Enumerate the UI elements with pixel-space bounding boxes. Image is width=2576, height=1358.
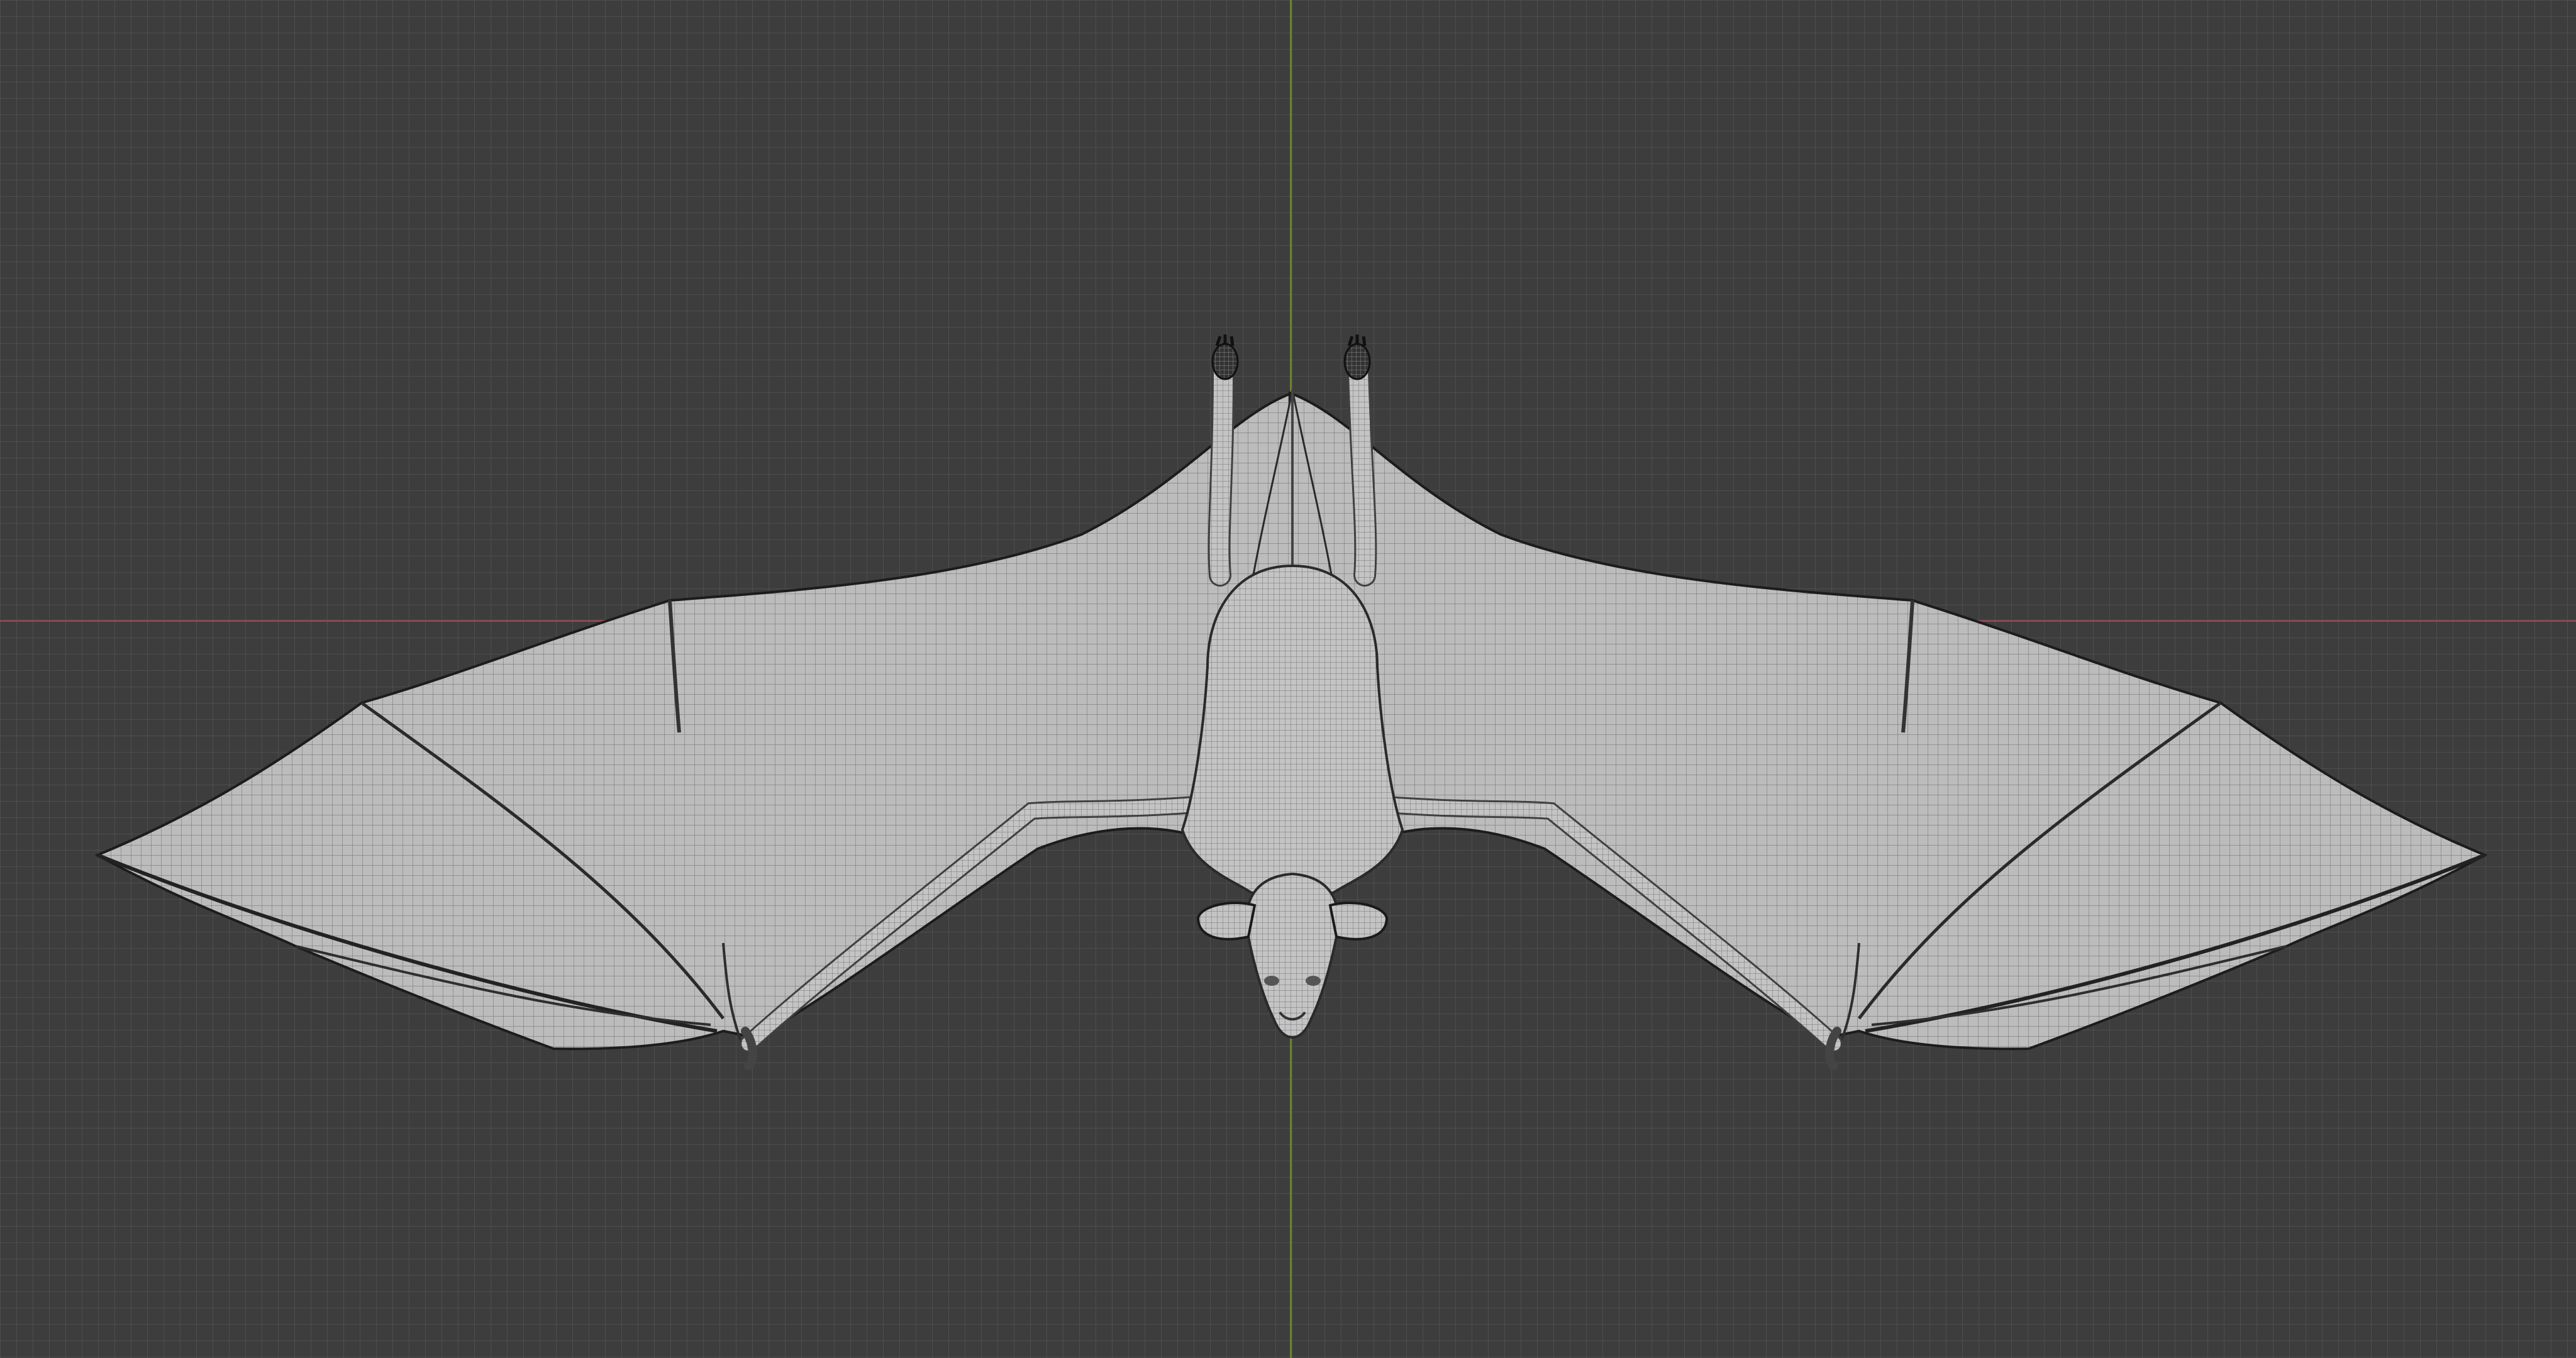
left-wing <box>94 391 1294 1070</box>
3d-viewport[interactable] <box>0 0 2576 1358</box>
right-wing <box>1289 391 2488 1070</box>
bat-mesh-model[interactable] <box>0 0 2576 1358</box>
head <box>1196 872 1389 1039</box>
